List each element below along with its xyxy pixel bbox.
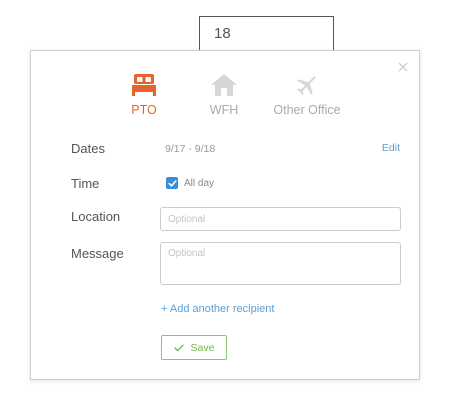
all-day-label: All day: [184, 177, 215, 189]
type-option-wfh[interactable]: WFH: [209, 73, 239, 117]
save-button[interactable]: Save: [161, 335, 227, 360]
page: 18 PTO WFH Other Office Dates 9/17 - 9/1…: [0, 0, 450, 400]
all-day-toggle[interactable]: All day: [166, 177, 214, 189]
message-label: Message: [71, 246, 124, 261]
type-label-wfh: WFH: [209, 103, 239, 117]
edit-dates-link[interactable]: Edit: [382, 142, 400, 154]
message-input[interactable]: [160, 242, 401, 285]
location-label: Location: [71, 209, 121, 224]
location-input[interactable]: [160, 207, 401, 231]
type-option-pto[interactable]: PTO: [129, 73, 159, 117]
home-icon: [211, 74, 237, 96]
time-label: Time: [71, 176, 100, 191]
checkmark-icon: [173, 344, 184, 351]
bed-icon: [132, 74, 156, 96]
save-label: Save: [190, 341, 215, 354]
airplane-icon: [296, 76, 316, 96]
request-type-selector: PTO WFH Other Office: [31, 73, 419, 123]
checkmark-icon: [167, 179, 177, 187]
type-option-other-office[interactable]: Other Office: [271, 73, 343, 117]
type-label-pto: PTO: [131, 103, 157, 117]
calendar-day-number: 18: [214, 25, 231, 42]
close-icon: [398, 62, 408, 72]
all-day-checkbox[interactable]: [166, 177, 178, 189]
type-label-other-office: Other Office: [273, 103, 341, 117]
dates-value: 9/17 - 9/18: [165, 143, 216, 155]
dates-label: Dates: [71, 141, 105, 156]
add-recipient-link[interactable]: + Add another recipient: [161, 303, 274, 315]
time-off-dialog: PTO WFH Other Office Dates 9/17 - 9/18 E…: [30, 50, 420, 380]
